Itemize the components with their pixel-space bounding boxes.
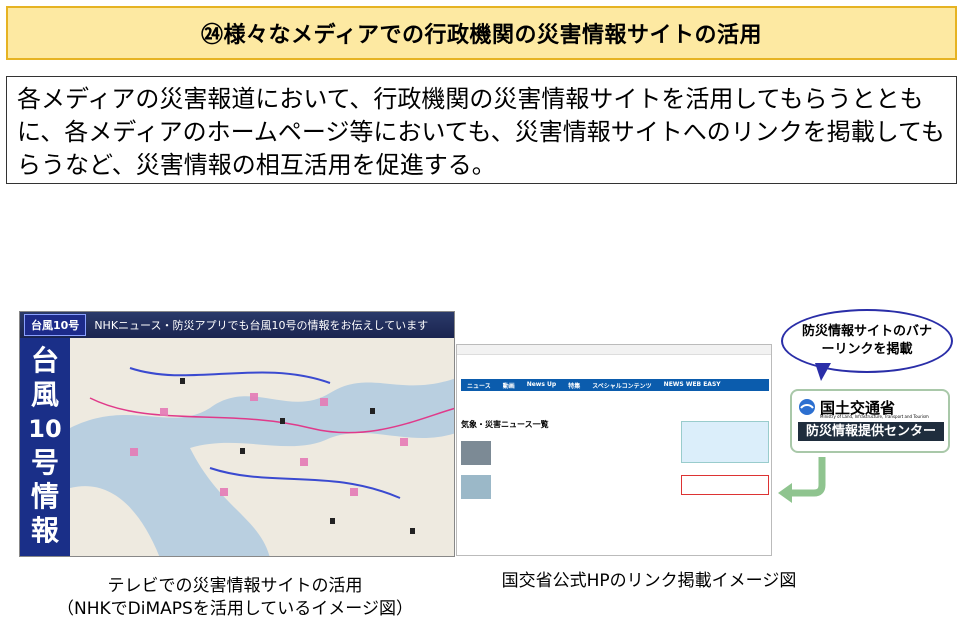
page-title: ㉔様々なメディアでの行政機関の災害情報サイトの活用 [201, 23, 762, 48]
web-nav-item: 動画 [502, 383, 515, 390]
tv-side-char: 報 [30, 514, 59, 547]
web-topline [457, 345, 771, 355]
callout-bubble: 防災情報サイトのバナーリンクを掲載 [781, 309, 953, 373]
tv-ticker-badge: 台風10号 [24, 314, 87, 336]
tv-side-label: 台 風 10 号 情 報 [20, 338, 70, 556]
tv-side-char: 号 [30, 446, 59, 479]
callout-text: 防災情報サイトのバナーリンクを掲載 [801, 324, 932, 357]
tv-side-char: 風 [30, 378, 59, 411]
title-banner: ㉔様々なメディアでの行政機関の災害情報サイトの活用 [6, 6, 957, 60]
right-caption: 国交省公式HPのリンク掲載イメージ図 [501, 571, 797, 591]
mlit-org-english: Ministry of Land, Infrastructure, Transp… [820, 414, 929, 419]
link-arrow-icon [778, 457, 826, 503]
web-side-banner [681, 421, 769, 463]
description-box: 各メディアの災害報道において、行政機関の災害情報サイトを活用してもらうとともに、… [6, 76, 957, 184]
web-thumb [461, 441, 491, 465]
left-caption-line1: テレビでの災害情報サイトの活用 [107, 576, 363, 596]
web-screenshot: ニュース 動画 News Up 特集 スペシャルコンテンツ NEWS WEB E… [456, 344, 772, 556]
tv-side-char: 台 [30, 344, 59, 377]
web-thumb [461, 475, 491, 499]
web-nav-item: News Up [526, 381, 557, 388]
left-caption-line2: （NHKでDiMAPSを活用しているイメージ図） [57, 599, 413, 619]
web-nav-item: スペシャルコンテンツ [592, 383, 652, 390]
web-section-title: 気象・災害ニュース一覧 [461, 420, 549, 429]
tv-side-char: 情 [30, 480, 59, 513]
tv-ticker: 台風10号 NHKニュース・防災アプリでも台風10号の情報をお伝えしています [20, 312, 454, 338]
web-side-link [681, 475, 769, 495]
web-nav: ニュース 動画 News Up 特集 スペシャルコンテンツ NEWS WEB E… [461, 379, 769, 391]
mlit-banner[interactable]: 国土交通省 Ministry of Land, Infrastructure, … [790, 389, 950, 453]
mlit-logo-icon [799, 399, 815, 415]
tv-map-image [70, 338, 454, 556]
web-nav-item: 特集 [568, 383, 581, 390]
mlit-center-name: 防災情報提供センター [798, 422, 944, 441]
web-nav-item: NEWS WEB EASY [663, 381, 721, 388]
tv-screenshot: 台風10号 NHKニュース・防災アプリでも台風10号の情報をお伝えしています 台… [19, 311, 455, 557]
tv-ticker-text: NHKニュース・防災アプリでも台風10号の情報をお伝えしています [94, 319, 429, 332]
left-caption: テレビでの災害情報サイトの活用 （NHKでDiMAPSを活用しているイメージ図） [40, 575, 430, 621]
tv-side-char: 10 [28, 415, 62, 443]
web-nav-item: ニュース [467, 383, 491, 390]
callout-tail [815, 363, 831, 381]
